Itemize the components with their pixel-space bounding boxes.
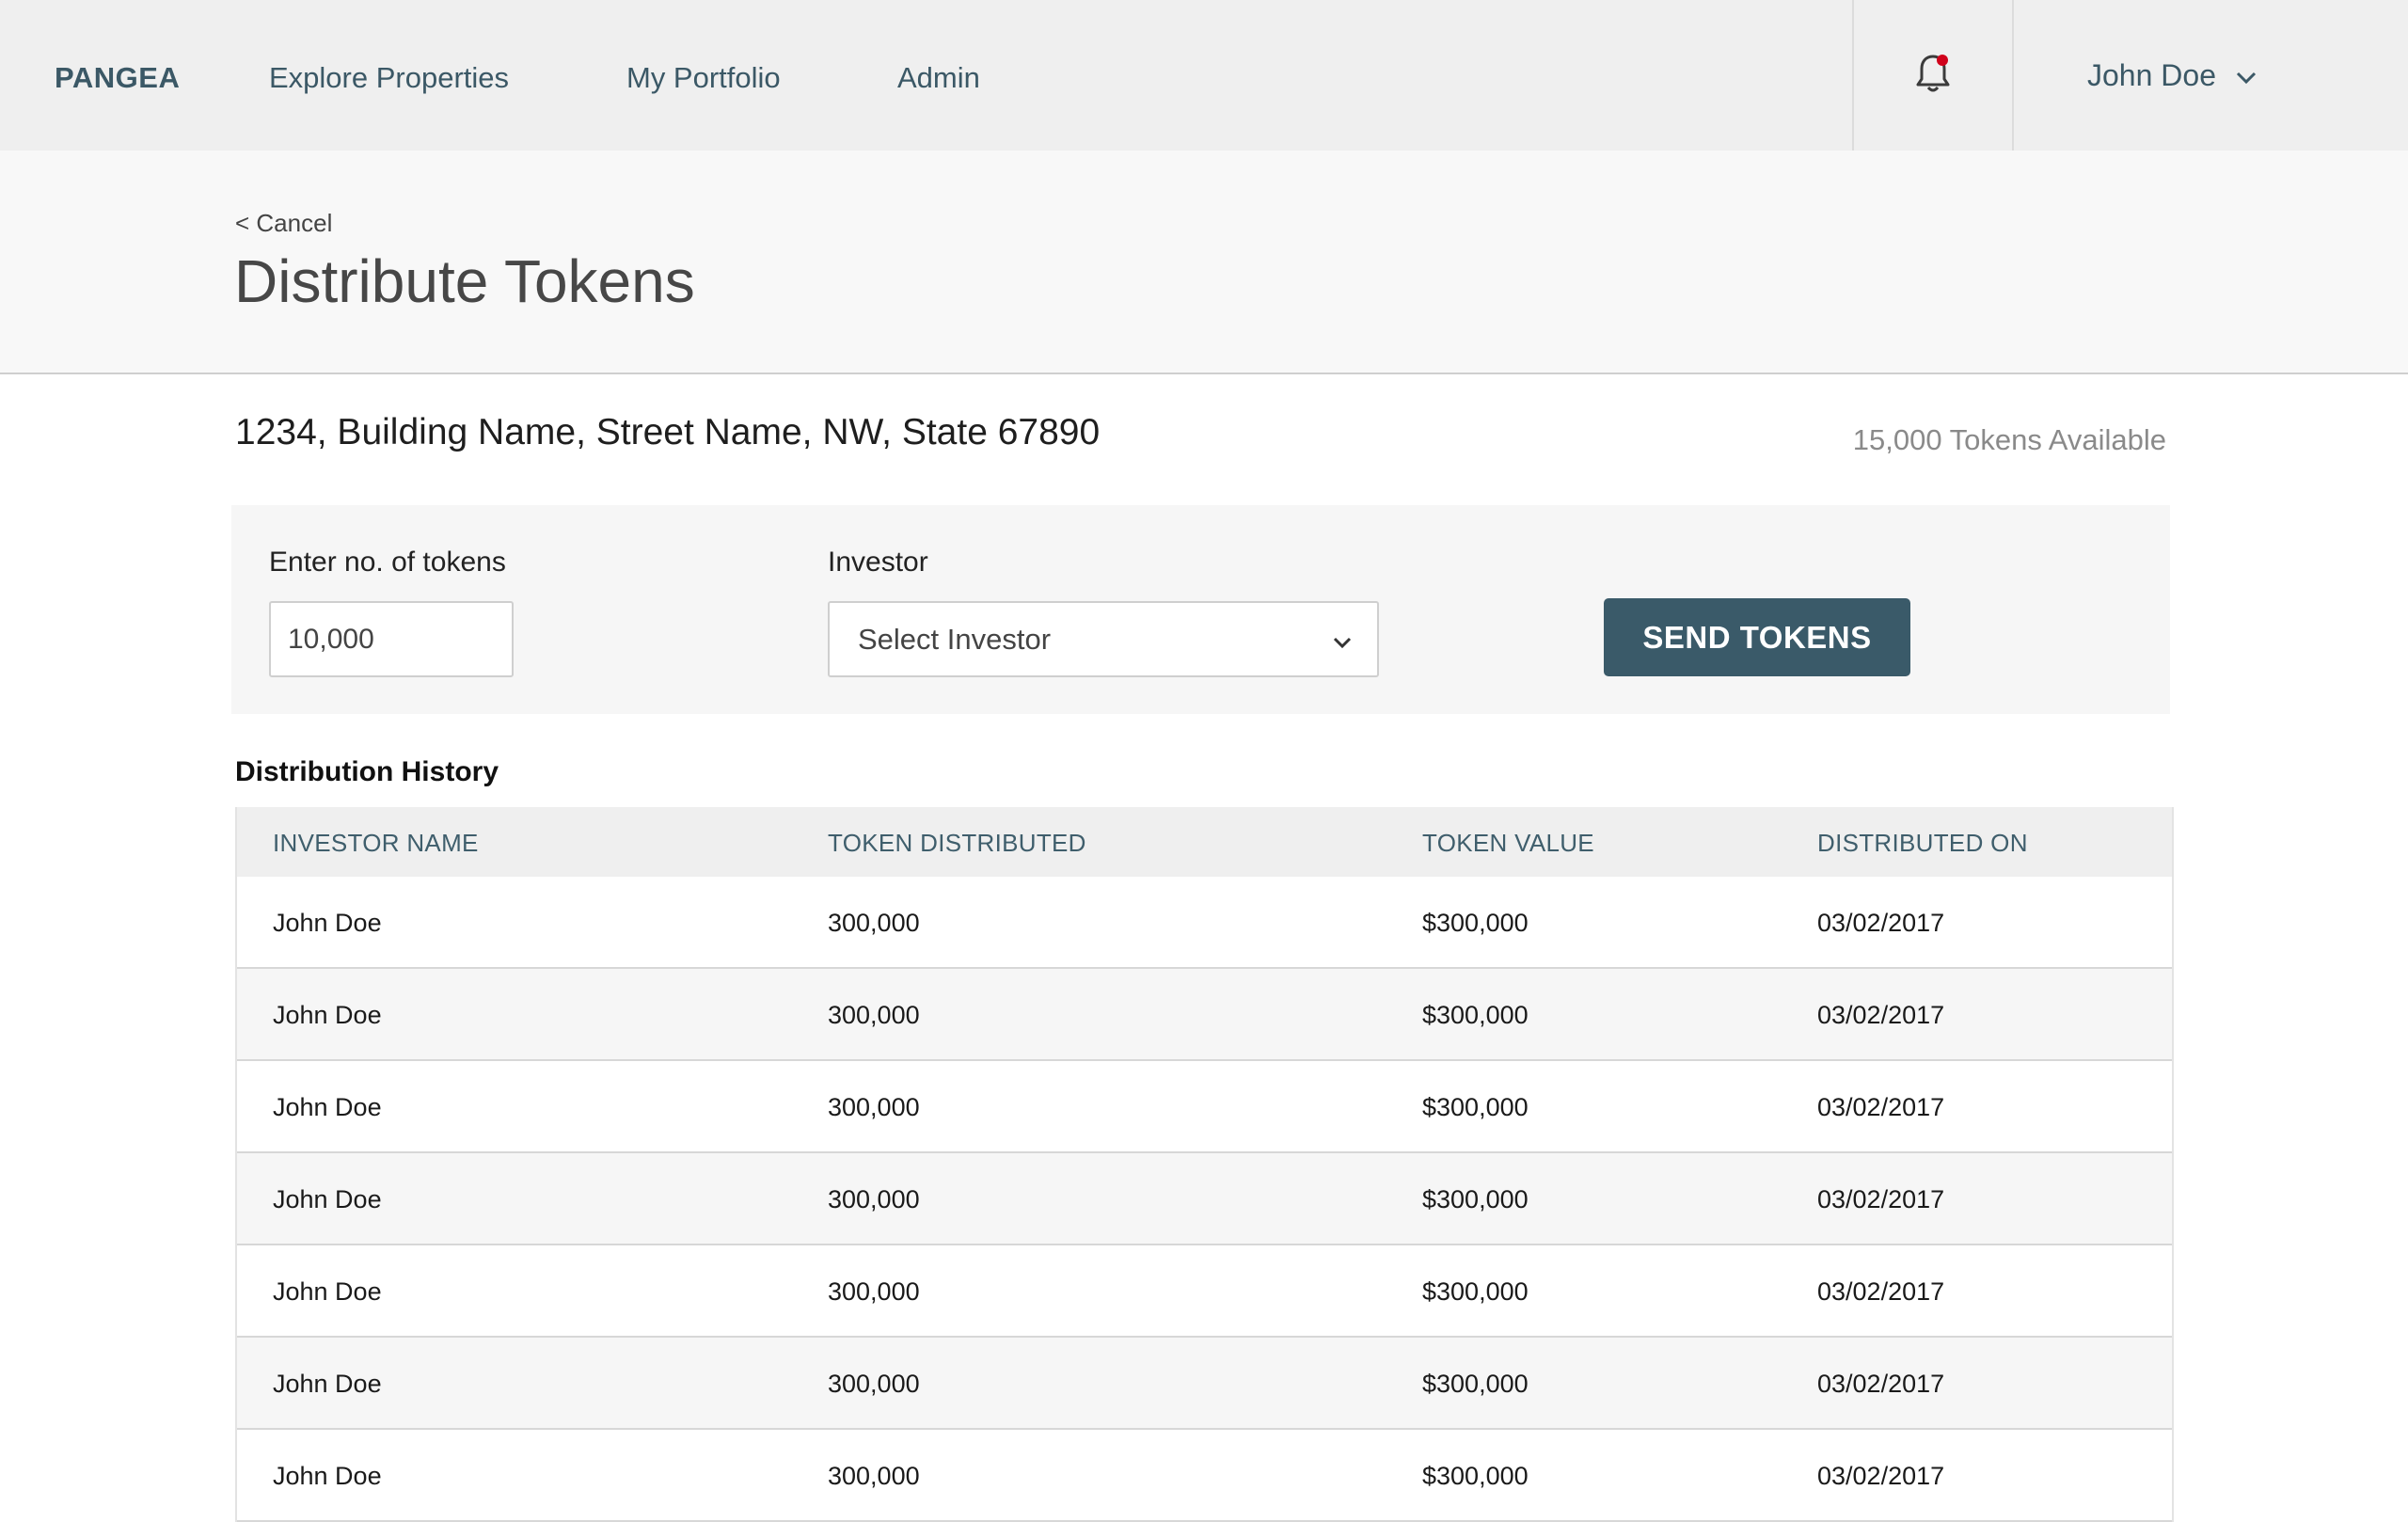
cell-distributed-on: 03/02/2017: [1817, 1093, 1945, 1121]
column-distributed-on[interactable]: DISTRIBUTED ON: [1817, 807, 2028, 877]
cell-investor-name: John Doe: [273, 1001, 382, 1029]
cell-token-distributed: 300,000: [828, 1185, 920, 1213]
cell-distributed-on: 03/02/2017: [1817, 1185, 1945, 1213]
cell-investor-name: John Doe: [273, 1462, 382, 1490]
cell-investor-name: John Doe: [273, 909, 382, 937]
cell-token-distributed: 300,000: [828, 1001, 920, 1029]
cancel-link[interactable]: < Cancel: [235, 209, 332, 238]
tokens-available: 15,000 Tokens Available: [1852, 423, 2166, 456]
distribution-history-table: INVESTOR NAME TOKEN DISTRIBUTED TOKEN VA…: [235, 807, 2174, 1522]
cell-token-distributed: 300,000: [828, 1277, 920, 1306]
cell-distributed-on: 03/02/2017: [1817, 1370, 1945, 1398]
column-token-distributed[interactable]: TOKEN DISTRIBUTED: [828, 807, 1086, 877]
investor-select-value: Select Investor: [858, 622, 1052, 656]
user-menu[interactable]: John Doe: [2087, 0, 2258, 151]
table-row: John Doe 300,000 $300,000 03/02/2017: [237, 1430, 2172, 1522]
send-tokens-button[interactable]: SEND TOKENS: [1604, 598, 1910, 676]
cell-token-value: $300,000: [1422, 1370, 1529, 1398]
cell-investor-name: John Doe: [273, 1277, 382, 1306]
distribution-history-title: Distribution History: [235, 756, 499, 787]
cell-token-distributed: 300,000: [828, 1370, 920, 1398]
cell-token-value: $300,000: [1422, 1277, 1529, 1306]
tokens-input[interactable]: [269, 601, 514, 677]
nav-admin[interactable]: Admin: [897, 0, 980, 151]
nav-my-portfolio[interactable]: My Portfolio: [626, 0, 781, 151]
table-row: John Doe 300,000 $300,000 03/02/2017: [237, 969, 2172, 1061]
investor-select[interactable]: Select Investor: [828, 601, 1379, 677]
cell-token-distributed: 300,000: [828, 1462, 920, 1490]
cell-investor-name: John Doe: [273, 1093, 382, 1121]
table-header: INVESTOR NAME TOKEN DISTRIBUTED TOKEN VA…: [237, 807, 2172, 877]
tokens-label: Enter no. of tokens: [269, 547, 506, 578]
cell-investor-name: John Doe: [273, 1370, 382, 1398]
cell-distributed-on: 03/02/2017: [1817, 1001, 1945, 1029]
cell-distributed-on: 03/02/2017: [1817, 1277, 1945, 1306]
cell-token-value: $300,000: [1422, 909, 1529, 937]
cell-token-distributed: 300,000: [828, 1093, 920, 1121]
cell-distributed-on: 03/02/2017: [1817, 1462, 1945, 1490]
property-address: 1234, Building Name, Street Name, NW, St…: [235, 412, 1101, 452]
top-nav: PANGEA Explore Properties My Portfolio A…: [0, 0, 2408, 151]
table-row: John Doe 300,000 $300,000 03/02/2017: [237, 877, 2172, 969]
column-investor-name[interactable]: INVESTOR NAME: [273, 807, 479, 877]
cell-token-value: $300,000: [1422, 1185, 1529, 1213]
cell-token-value: $300,000: [1422, 1001, 1529, 1029]
cell-token-value: $300,000: [1422, 1462, 1529, 1490]
chevron-down-icon: [1332, 623, 1353, 657]
table-row: John Doe 300,000 $300,000 03/02/2017: [237, 1338, 2172, 1430]
cell-token-distributed: 300,000: [828, 909, 920, 937]
notifications-button[interactable]: [1852, 0, 2014, 151]
cell-distributed-on: 03/02/2017: [1817, 909, 1945, 937]
table-row: John Doe 300,000 $300,000 03/02/2017: [237, 1245, 2172, 1338]
nav-explore-properties[interactable]: Explore Properties: [269, 0, 509, 151]
investor-label: Investor: [828, 547, 928, 578]
bell-icon: [1912, 51, 1954, 101]
cell-token-value: $300,000: [1422, 1093, 1529, 1121]
table-row: John Doe 300,000 $300,000 03/02/2017: [237, 1061, 2172, 1153]
page-title: Distribute Tokens: [234, 247, 695, 315]
brand-logo[interactable]: PANGEA: [55, 0, 180, 151]
column-token-value[interactable]: TOKEN VALUE: [1422, 807, 1594, 877]
table-row: John Doe 300,000 $300,000 03/02/2017: [237, 1153, 2172, 1245]
chevron-down-icon: [2235, 58, 2258, 93]
user-name: John Doe: [2087, 57, 2216, 92]
cell-investor-name: John Doe: [273, 1185, 382, 1213]
